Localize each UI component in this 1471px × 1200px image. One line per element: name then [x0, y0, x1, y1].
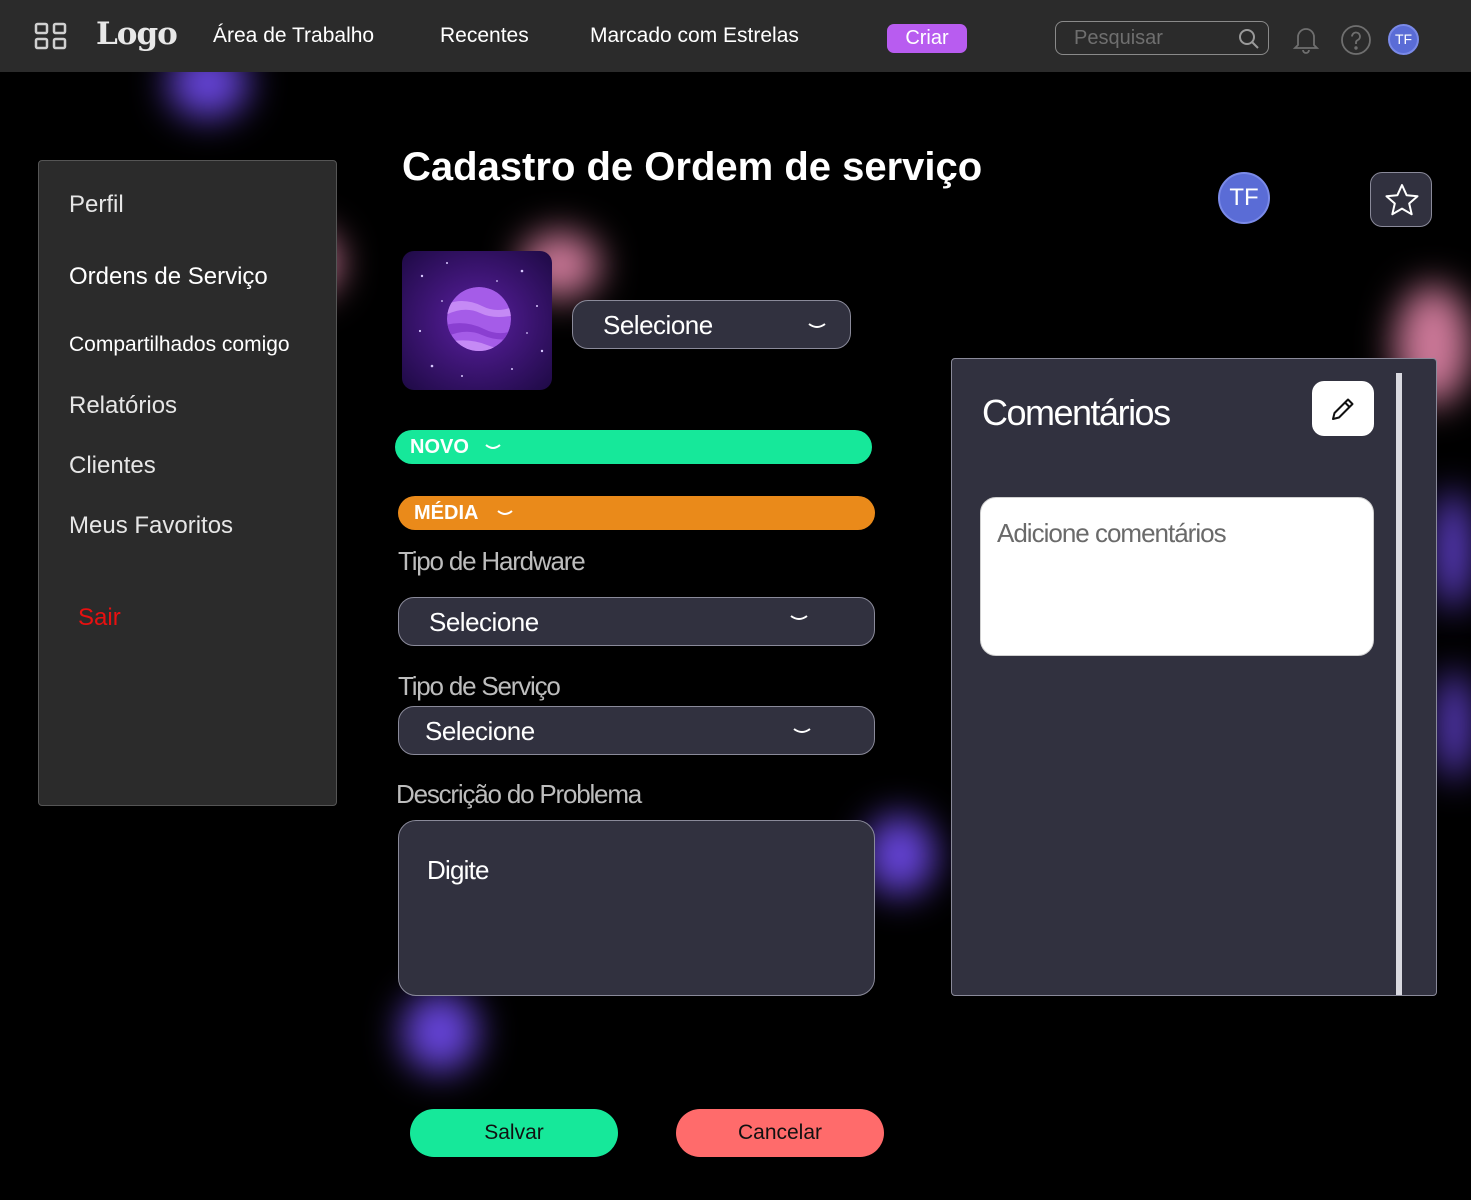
project-select[interactable]: Selecione: [572, 300, 851, 349]
project-select-value: Selecione: [603, 310, 713, 340]
problem-description-box: [398, 820, 875, 996]
hardware-type-value: Selecione: [429, 607, 539, 637]
sidebar-item-service-orders[interactable]: Ordens de Serviço: [69, 263, 268, 291]
chevron-down-icon: [485, 444, 501, 449]
hardware-type-label: Tipo de Hardware: [398, 546, 586, 576]
comment-input-box: [980, 497, 1374, 656]
hardware-type-select[interactable]: Selecione: [398, 597, 875, 646]
priority-label: MÉDIA: [414, 502, 479, 524]
favorite-button[interactable]: [1370, 172, 1432, 227]
logout-link[interactable]: Sair: [78, 604, 121, 632]
nav-recent[interactable]: Recentes: [440, 24, 529, 48]
decorative-glow: [1438, 670, 1471, 780]
status-label: NOVO: [410, 436, 469, 458]
project-image[interactable]: [402, 251, 552, 390]
top-navbar: Logo Área de Trabalho Recentes Marcado c…: [0, 0, 1471, 72]
problem-description-input[interactable]: [427, 855, 847, 975]
assignee-avatar[interactable]: TF: [1218, 172, 1270, 224]
chevron-down-icon: [793, 728, 811, 733]
sidebar: Perfil Ordens de Serviço Compartilhados …: [38, 160, 337, 806]
apps-grid-icon[interactable]: [34, 22, 67, 50]
priority-dropdown[interactable]: MÉDIA: [398, 496, 875, 530]
nav-starred[interactable]: Marcado com Estrelas: [590, 24, 799, 48]
sidebar-item-clients[interactable]: Clientes: [69, 452, 156, 480]
sidebar-item-reports[interactable]: Relatórios: [69, 392, 177, 420]
search-icon[interactable]: [1238, 28, 1260, 50]
sidebar-item-favorites[interactable]: Meus Favoritos: [69, 512, 233, 540]
planet-image: [402, 251, 552, 390]
create-button[interactable]: Criar: [887, 24, 967, 53]
help-icon[interactable]: [1340, 24, 1372, 56]
service-type-select[interactable]: Selecione: [398, 706, 875, 755]
page-title: Cadastro de Ordem de serviço: [402, 145, 983, 189]
pencil-icon: [1332, 398, 1354, 420]
chevron-down-icon: [497, 510, 513, 515]
sidebar-item-shared[interactable]: Compartilhados comigo: [69, 333, 290, 357]
problem-description-label: Descrição do Problema: [396, 779, 642, 809]
save-button[interactable]: Salvar: [410, 1109, 618, 1157]
decorative-glow: [1435, 490, 1471, 610]
cancel-button[interactable]: Cancelar: [676, 1109, 884, 1157]
decorative-glow: [865, 815, 935, 895]
app-logo[interactable]: Logo: [96, 16, 178, 52]
comments-scrollbar[interactable]: [1396, 373, 1402, 995]
comments-panel: Comentários: [951, 358, 1437, 996]
star-icon: [1385, 184, 1419, 216]
user-avatar[interactable]: TF: [1388, 24, 1419, 55]
comment-input[interactable]: [997, 518, 1357, 638]
status-dropdown[interactable]: NOVO: [395, 430, 872, 464]
sidebar-item-profile[interactable]: Perfil: [69, 191, 124, 219]
search-box: [1055, 21, 1269, 55]
notification-bell-icon[interactable]: [1292, 24, 1320, 54]
chevron-down-icon: [790, 615, 808, 620]
edit-comment-button[interactable]: [1312, 381, 1374, 436]
search-input[interactable]: [1056, 22, 1236, 54]
comments-title: Comentários: [982, 392, 1171, 433]
nav-workspace[interactable]: Área de Trabalho: [213, 24, 374, 48]
chevron-down-icon: [808, 323, 826, 328]
service-type-label: Tipo de Serviço: [398, 671, 561, 701]
service-type-value: Selecione: [425, 716, 535, 746]
decorative-glow: [402, 992, 478, 1072]
